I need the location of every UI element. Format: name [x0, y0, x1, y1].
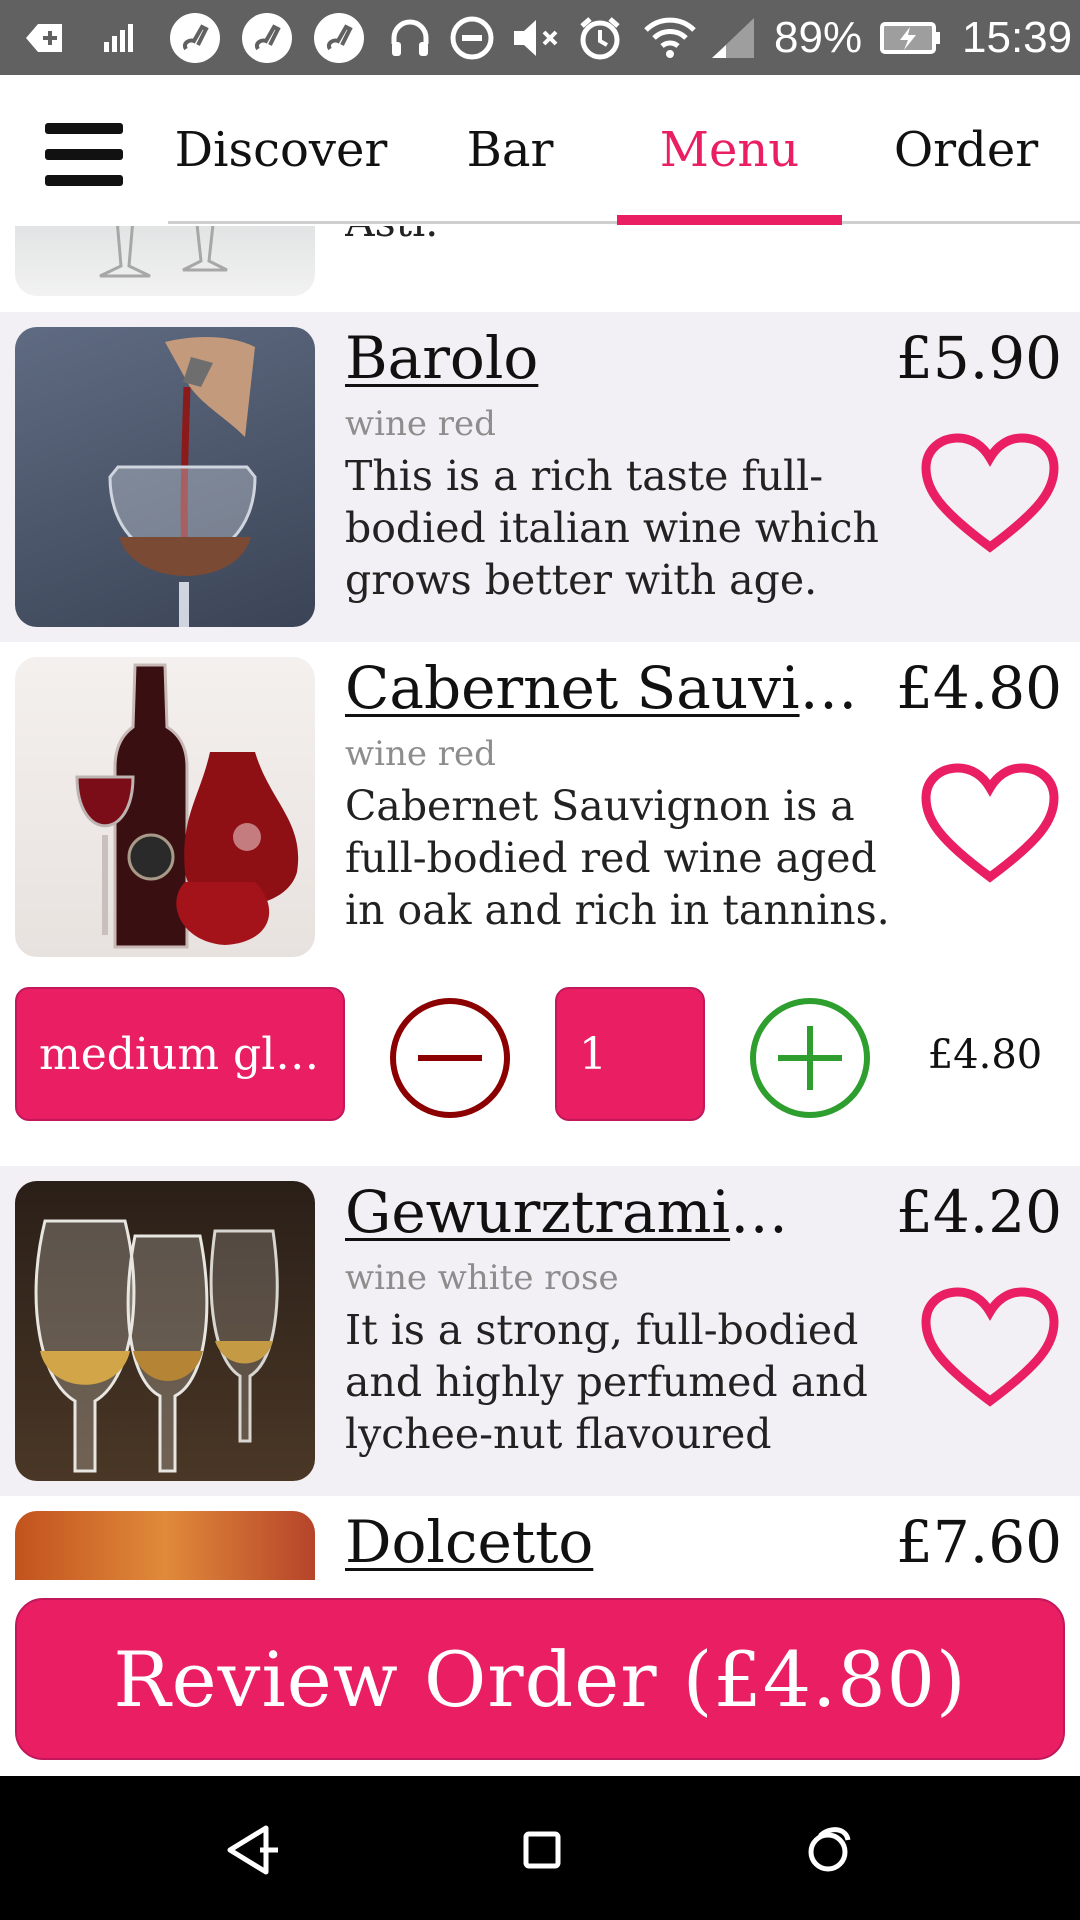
list-item[interactable]: Gewurztraminer £4.20 wine white rose It …	[0, 1166, 1080, 1496]
list-item[interactable]: Cabernet Sauvign… £4.80 wine red Caberne…	[0, 642, 1080, 957]
headphones-icon	[386, 0, 434, 75]
tab-discover[interactable]: Discover	[168, 105, 394, 195]
item-category: wine red	[345, 734, 496, 774]
heart-icon[interactable]	[920, 762, 1060, 887]
item-title[interactable]: Gewurztraminer	[345, 1178, 815, 1258]
line-total: £4.80	[927, 1032, 1043, 1078]
review-order-button[interactable]: Review Order (£4.80)	[15, 1598, 1065, 1760]
plus-icon[interactable]	[748, 996, 872, 1120]
alarm-icon	[576, 0, 624, 75]
app-notification-icon	[312, 0, 366, 75]
list-item[interactable]: Dolcetto £7.60	[0, 1496, 1080, 1580]
tab-active-indicator	[617, 215, 842, 225]
home-icon[interactable]	[510, 1818, 574, 1882]
wine-thumbnail	[15, 226, 315, 296]
item-description: It is a strong, full-bodied and highly p…	[345, 1306, 868, 1458]
item-category: wine white rose	[345, 1258, 619, 1298]
item-description: This is a rich taste full-bodied italian…	[345, 452, 879, 604]
battery-icon	[880, 0, 942, 75]
app-notification-icon	[240, 0, 294, 75]
wifi-icon	[642, 0, 698, 75]
notification-icon	[22, 0, 66, 75]
menu-icon[interactable]	[40, 115, 130, 195]
back-icon[interactable]	[220, 1818, 284, 1882]
size-select[interactable]: medium gl…	[15, 987, 345, 1121]
tab-menu[interactable]: Menu	[617, 105, 842, 195]
item-price: £7.60	[895, 1508, 1062, 1576]
heart-icon[interactable]	[920, 432, 1060, 557]
status-bar: 89% 15:39	[0, 0, 1080, 75]
wine-thumbnail	[15, 1181, 315, 1481]
item-title[interactable]: Cabernet Sauvign…	[345, 654, 885, 734]
item-title[interactable]: Barolo	[345, 324, 715, 404]
menu-list[interactable]: Asti. Barolo £5.90 wine red This is a ri…	[0, 226, 1080, 1580]
wine-thumbnail	[15, 657, 315, 957]
app-notification-icon	[168, 0, 222, 75]
system-nav-bar	[0, 1776, 1080, 1920]
recents-icon[interactable]	[796, 1818, 860, 1882]
tab-bar[interactable]: Bar	[430, 105, 590, 195]
heart-icon[interactable]	[920, 1286, 1060, 1411]
item-price: £4.20	[895, 1178, 1062, 1246]
battery-percent: 89%	[774, 12, 863, 62]
item-title[interactable]: Dolcetto	[345, 1508, 715, 1580]
list-item[interactable]: Barolo £5.90 wine red This is a rich tas…	[0, 312, 1080, 642]
tab-order[interactable]: Order	[860, 105, 1072, 195]
list-item[interactable]: Asti.	[0, 226, 1080, 312]
item-category: wine red	[345, 404, 496, 444]
quantity-field[interactable]: 1	[555, 987, 705, 1121]
cell-signal-icon	[708, 0, 758, 75]
signal-small-icon	[100, 0, 144, 75]
item-description: Asti.	[345, 226, 915, 254]
minus-icon[interactable]	[388, 996, 512, 1120]
clock: 15:39	[962, 12, 1073, 62]
item-price: £5.90	[895, 324, 1062, 392]
wine-thumbnail	[15, 327, 315, 627]
do-not-disturb-icon	[448, 0, 496, 75]
item-price: £4.80	[895, 654, 1062, 722]
item-description: Cabernet Sauvignon is a full-bodied red …	[345, 782, 890, 934]
app-bar: Discover Bar Menu Order	[0, 75, 1080, 225]
wine-thumbnail	[15, 1511, 315, 1580]
mute-icon	[510, 0, 562, 75]
